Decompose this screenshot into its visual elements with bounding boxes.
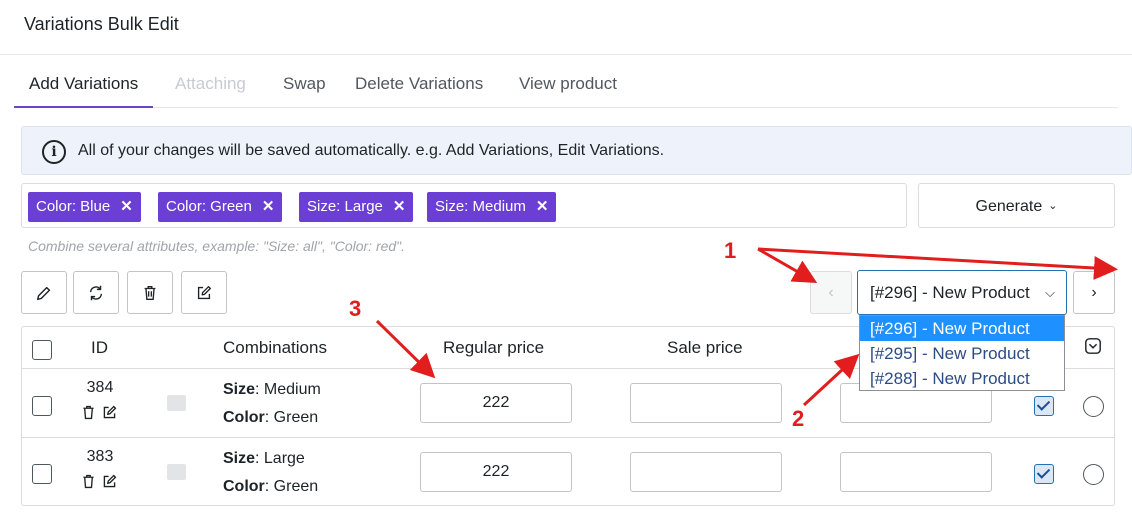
pencil-icon [36, 286, 51, 300]
combo-key: Color [223, 478, 265, 495]
page-title: Variations Bulk Edit [24, 14, 179, 34]
remove-chip-icon[interactable]: ✕ [393, 198, 406, 215]
annotation-arrow [757, 247, 1118, 280]
chevron-down-icon: ⌄ [1048, 200, 1058, 212]
generate-label: Generate [975, 198, 1043, 215]
variation-id: 384 [86, 379, 114, 396]
product-option[interactable]: [#295] - New Product [860, 341, 1064, 366]
tab-view-product[interactable]: View product [504, 60, 632, 108]
product-select[interactable]: [#296] - New Product ⌵ [857, 270, 1067, 315]
tab-bar: Add Variations Attaching Swap Delete Var… [14, 60, 1118, 108]
tab-attaching: Attaching [175, 74, 246, 93]
next-product-button[interactable]: › [1073, 271, 1115, 314]
default-radio[interactable] [1083, 464, 1104, 485]
table-row: 383 Size: Large Color: Green 222 [22, 438, 1114, 507]
chevron-right-icon: › [1091, 283, 1097, 301]
prev-product-button[interactable]: ‹ [810, 271, 852, 314]
chip-label: Color: Green [166, 198, 252, 215]
sale-price-input[interactable] [630, 452, 782, 492]
combo-key: Color [223, 409, 265, 426]
header-sale-price: Sale price [667, 338, 743, 357]
chip-label: Size: Medium [435, 198, 526, 215]
notice-text: All of your changes will be saved automa… [78, 142, 665, 159]
combo-value: : Medium [255, 381, 321, 398]
remove-chip-icon[interactable]: ✕ [536, 198, 549, 215]
regular-price-input[interactable]: 222 [420, 452, 572, 492]
edit-button[interactable] [21, 271, 67, 314]
product-dropdown: [#296] - New Product [#295] - New Produc… [859, 315, 1065, 391]
chip-label: Color: Blue [36, 198, 111, 215]
combination: Size: Large Color: Green [223, 445, 318, 501]
image-placeholder-icon[interactable] [167, 464, 186, 480]
attribute-chip: Size: Medium ✕ [427, 192, 557, 222]
delete-button[interactable] [127, 271, 173, 314]
trash-icon[interactable] [80, 473, 97, 490]
tab-delete-variations[interactable]: Delete Variations [340, 60, 498, 108]
trash-icon [144, 285, 156, 300]
tab-swap[interactable]: Swap [268, 60, 341, 108]
row-checkbox[interactable] [32, 464, 52, 484]
edit-square-icon [197, 285, 211, 299]
select-all-checkbox[interactable] [32, 340, 52, 360]
refresh-button[interactable] [73, 271, 119, 314]
extra-input[interactable] [840, 452, 992, 492]
header-combinations: Combinations [223, 338, 327, 357]
variation-id: 383 [86, 448, 114, 465]
product-option[interactable]: [#288] - New Product [860, 366, 1064, 391]
info-notice: i All of your changes will be saved auto… [21, 126, 1132, 175]
enabled-checkbox[interactable] [1034, 396, 1054, 416]
combo-key: Size [223, 381, 256, 398]
collapse-icon[interactable] [1084, 337, 1102, 355]
default-radio[interactable] [1083, 396, 1104, 417]
chevron-left-icon: ‹ [828, 283, 834, 301]
sale-price-input[interactable] [630, 383, 782, 423]
combo-value: : Green [264, 409, 319, 426]
product-option[interactable]: [#296] - New Product [860, 316, 1064, 341]
generate-button[interactable]: Generate ⌄ [918, 183, 1115, 228]
regular-price-input[interactable]: 222 [420, 383, 572, 423]
attribute-chip: Color: Blue ✕ [28, 192, 141, 222]
app-header: Variations Bulk Edit [0, 0, 1132, 55]
chevron-down-icon: ⌵ [1045, 285, 1055, 300]
remove-chip-icon[interactable]: ✕ [120, 198, 133, 215]
row-checkbox[interactable] [32, 396, 52, 416]
info-icon: i [42, 140, 66, 164]
product-select-value: [#296] - New Product [870, 283, 1030, 302]
annotation-label-2: 2 [792, 406, 805, 431]
combo-value: : Large [255, 450, 305, 467]
bulk-edit-button[interactable] [181, 271, 227, 314]
annotation-arrow [757, 247, 818, 283]
edit-square-icon[interactable] [101, 404, 118, 421]
chip-label: Size: Large [307, 198, 383, 215]
refresh-icon [89, 285, 103, 300]
attribute-chip: Color: Green ✕ [158, 192, 283, 222]
combo-value: : Green [264, 478, 319, 495]
combo-key: Size [223, 450, 256, 467]
attribute-hint: Combine several attributes, example: "Si… [28, 238, 406, 254]
annotation-label-1: 1 [724, 238, 737, 263]
enabled-checkbox[interactable] [1034, 464, 1054, 484]
annotation-label-3: 3 [349, 296, 362, 321]
image-placeholder-icon[interactable] [167, 395, 186, 411]
header-id: ID [91, 338, 108, 357]
header-regular-price: Regular price [443, 338, 545, 357]
attribute-chip: Size: Large ✕ [299, 192, 414, 222]
tab-add-variations[interactable]: Add Variations [14, 60, 154, 108]
trash-icon[interactable] [80, 404, 97, 421]
remove-chip-icon[interactable]: ✕ [262, 198, 275, 215]
edit-square-icon[interactable] [101, 473, 118, 490]
attribute-input[interactable]: Color: Blue ✕ Color: Green ✕ Size: Large ✕ … [21, 183, 907, 228]
combination: Size: Medium Color: Green [223, 376, 321, 432]
